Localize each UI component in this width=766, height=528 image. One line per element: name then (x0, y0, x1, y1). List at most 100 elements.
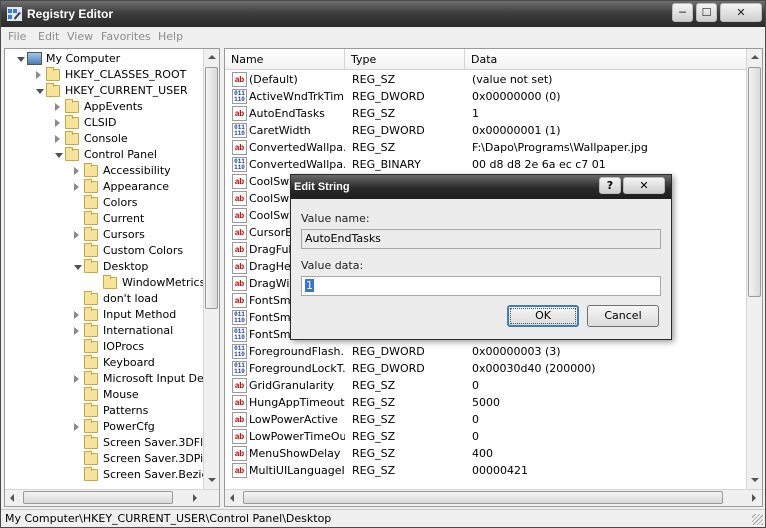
collapsed-arrow-icon[interactable] (74, 423, 79, 431)
registry-value-row[interactable]: ab AutoEndTasks REG_SZ 1 (225, 105, 748, 122)
collapsed-arrow-icon[interactable] (55, 103, 60, 111)
folder-icon (103, 275, 117, 289)
tree-item[interactable]: Current (5, 211, 201, 227)
values-horizontal-scrollbar[interactable] (225, 489, 762, 506)
tree-item[interactable]: Custom Colors (5, 243, 201, 259)
expanded-arrow-icon[interactable] (55, 153, 63, 158)
tree-item-label: Appearance (103, 180, 170, 193)
tree-hscroll-thumb[interactable] (23, 491, 173, 504)
collapsed-arrow-icon[interactable] (74, 231, 79, 239)
collapsed-arrow-icon[interactable] (55, 135, 60, 143)
column-header-data[interactable]: Data (465, 49, 748, 70)
tree-item[interactable]: Screen Saver.Bezier (5, 467, 213, 483)
tree-item[interactable]: My Computer (5, 51, 201, 67)
tree-item[interactable]: PowerCfg (5, 419, 201, 435)
values-hscroll-thumb[interactable] (243, 491, 723, 504)
value-data-text[interactable]: 1 (305, 279, 314, 292)
scroll-up-arrow-icon[interactable] (747, 49, 762, 65)
ok-button[interactable]: OK (507, 305, 579, 327)
tree-item[interactable]: Accessibility (5, 163, 201, 179)
scroll-up-arrow-icon[interactable] (204, 49, 219, 65)
binary-value-icon: 011 110 (232, 310, 247, 325)
resize-grip-icon[interactable] (752, 514, 763, 525)
expanded-arrow-icon[interactable] (36, 89, 44, 94)
menu-file[interactable]: File (8, 30, 26, 43)
menu-favorites[interactable]: Favorites (101, 30, 151, 43)
help-button[interactable]: ? (599, 177, 621, 194)
registry-value-row[interactable]: ab MenuShowDelay REG_SZ 400 (225, 445, 748, 462)
maximize-button[interactable]: ☐ (696, 3, 717, 22)
tree-horizontal-scrollbar[interactable] (5, 489, 219, 506)
menu-view[interactable]: View (67, 30, 93, 43)
minimize-button[interactable]: ─ (672, 3, 693, 22)
registry-value-row[interactable]: 011 110 ForegroundLockT... REG_DWORD 0x00030… (225, 360, 748, 377)
tree-item[interactable]: IOProcs (5, 339, 201, 355)
collapsed-arrow-icon[interactable] (74, 167, 79, 175)
tree-item[interactable]: Colors (5, 195, 201, 211)
collapsed-arrow-icon[interactable] (74, 311, 79, 319)
tree-item[interactable]: Console (5, 131, 201, 147)
registry-value-row[interactable]: 011 110 CaretWidth REG_DWORD 0x00000001 (1) (225, 122, 748, 139)
cancel-button[interactable]: Cancel (587, 305, 659, 327)
tree-item[interactable]: Patterns (5, 403, 201, 419)
tree-item[interactable]: Control Panel (5, 147, 201, 163)
expanded-arrow-icon[interactable] (17, 57, 25, 62)
dialog-title-bar[interactable]: Edit String ? ✕ (291, 175, 671, 199)
tree-item-label: Desktop (103, 260, 149, 273)
tree-item[interactable]: Cursors (5, 227, 201, 243)
registry-value-row[interactable]: 011 110 ConvertedWallpa... REG_BINARY 00 d8 … (225, 156, 748, 173)
value-data-input[interactable]: 1 (301, 276, 661, 296)
tree-item-label: don't load (103, 292, 159, 305)
registry-value-row[interactable]: ab HungAppTimeout REG_SZ 5000 (225, 394, 748, 411)
tree-item-label: Microsoft Input Dev (103, 372, 211, 385)
close-button[interactable]: ✕ (720, 3, 762, 22)
menu-help[interactable]: Help (158, 30, 183, 43)
scroll-right-arrow-icon[interactable] (746, 490, 762, 506)
collapsed-arrow-icon[interactable] (74, 375, 79, 383)
tree-item[interactable]: Microsoft Input Dev (5, 371, 210, 387)
collapsed-arrow-icon[interactable] (74, 183, 79, 191)
tree-item[interactable]: Screen Saver.3DFly (5, 435, 210, 451)
menu-edit[interactable]: Edit (38, 30, 59, 43)
column-header-type[interactable]: Type (345, 49, 465, 70)
tree-vertical-scrollbar[interactable] (203, 49, 219, 489)
tree-item[interactable]: Input Method (5, 307, 201, 323)
tree-item[interactable]: Keyboard (5, 355, 201, 371)
tree-item[interactable]: Screen Saver.3DPip (5, 451, 210, 467)
registry-value-row[interactable]: 011 110 ForegroundFlash... REG_DWORD 0x00000… (225, 343, 748, 360)
scroll-left-arrow-icon[interactable] (5, 490, 21, 506)
scroll-left-arrow-icon[interactable] (225, 490, 241, 506)
dialog-close-button[interactable]: ✕ (623, 177, 665, 194)
tree-scroll-thumb[interactable] (205, 67, 218, 309)
column-header-name[interactable]: Name (225, 49, 345, 70)
tree-item[interactable]: International (5, 323, 201, 339)
scroll-right-arrow-icon[interactable] (187, 490, 203, 506)
tree-item[interactable]: Mouse (5, 387, 201, 403)
scroll-down-arrow-icon[interactable] (204, 473, 219, 489)
registry-value-row[interactable]: ab (Default) REG_SZ (value not set) (225, 71, 748, 88)
tree-item[interactable]: CLSID (5, 115, 201, 131)
registry-value-row[interactable]: ab MultiUILanguageId REG_SZ 00000421 (225, 462, 748, 479)
registry-value-row[interactable]: ab LowPowerTimeOut REG_SZ 0 (225, 428, 748, 445)
registry-tree[interactable]: My Computer HKEY_CLASSES_ROOT HKEY_CURRENT… (4, 48, 220, 507)
registry-value-row[interactable]: ab ConvertedWallpa... REG_SZ F:\Dapo\Progra… (225, 139, 748, 156)
tree-item[interactable]: WindowMetrics (5, 275, 205, 291)
folder-icon (84, 259, 98, 273)
collapsed-arrow-icon[interactable] (74, 327, 79, 335)
tree-item[interactable]: HKEY_CLASSES_ROOT (5, 67, 201, 83)
scroll-down-arrow-icon[interactable] (747, 473, 762, 489)
tree-item[interactable]: Appearance (5, 179, 201, 195)
expanded-arrow-icon[interactable] (74, 265, 82, 270)
collapsed-arrow-icon[interactable] (36, 71, 41, 79)
tree-item[interactable]: AppEvents (5, 99, 201, 115)
tree-item[interactable]: HKEY_CURRENT_USER (5, 83, 201, 99)
collapsed-arrow-icon[interactable] (55, 119, 60, 127)
registry-value-row[interactable]: ab GridGranularity REG_SZ 0 (225, 377, 748, 394)
tree-item[interactable]: Desktop (5, 259, 201, 275)
registry-value-row[interactable]: 011 110 ActiveWndTrkTim... REG_DWORD 0x00000… (225, 88, 748, 105)
registry-value-row[interactable]: ab LowPowerActive REG_SZ 0 (225, 411, 748, 428)
tree-item[interactable]: don't load (5, 291, 201, 307)
values-vertical-scrollbar[interactable] (746, 49, 762, 489)
title-bar[interactable]: Registry Editor ─ ☐ ✕ (1, 1, 765, 27)
values-scroll-thumb[interactable] (748, 67, 761, 297)
